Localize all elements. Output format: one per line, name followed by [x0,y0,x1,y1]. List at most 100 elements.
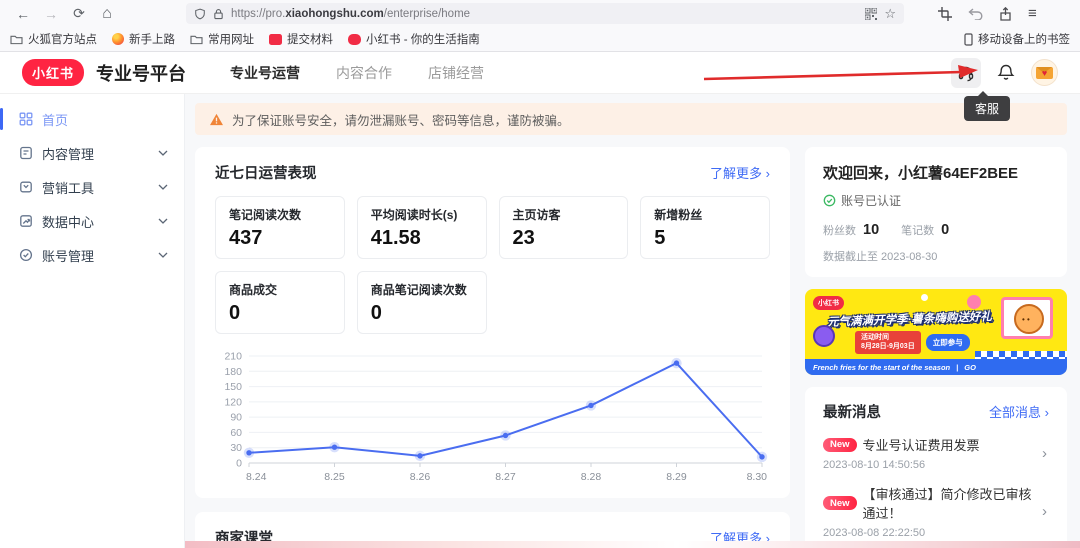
message-item[interactable]: New专业号认证费用发票 2023-08-10 14:50:56 › [823,435,1049,471]
promo-mascot [1001,297,1053,339]
customer-service-button[interactable] [951,58,981,88]
promo-banner[interactable]: 小红书 元气满满开学季·薯条嗨购送好礼 活动时间8月28日-9月03日 立即参与… [805,289,1067,375]
chevron-down-icon [158,184,168,190]
qr-code-icon[interactable] [865,8,877,20]
chevron-right-icon: › [1042,445,1049,462]
bookmark-item[interactable]: 常用网址 [190,31,254,47]
lock-icon[interactable] [213,8,224,20]
promo-cta-button[interactable]: 立即参与 [926,334,970,351]
mobile-bookmarks[interactable]: 移动设备上的书签 [964,31,1070,47]
browser-home-button[interactable]: ⌂ [96,5,118,23]
bookmark-item[interactable]: 提交材料 [269,31,333,47]
svg-text:60: 60 [230,427,242,439]
bottom-banner-strip [185,541,1080,548]
new-badge: New [823,496,857,510]
svg-text:30: 30 [230,442,242,454]
followers-stat: 粉丝数10 [823,221,879,239]
xiaohongshu-logo[interactable]: 小红书 [22,59,84,86]
warning-text: 为了保证账号安全，请勿泄漏账号、密码等信息，谨防被骗。 [232,110,570,129]
all-messages-link[interactable]: 全部消息 › [989,402,1049,421]
content-area: 为了保证账号安全，请勿泄漏账号、密码等信息，谨防被骗。 近七日运营表现 了解更多… [185,94,1080,548]
customer-service-tooltip: 客服 [964,96,1010,121]
top-nav: 专业号运营 内容合作 店铺经营 [230,63,484,83]
svg-text:8.25: 8.25 [324,471,345,483]
menu-hamburger-icon[interactable]: ≡ [1028,5,1037,22]
browser-back-button[interactable]: ← [12,6,34,22]
undo-arrow-icon[interactable] [968,7,983,20]
data-until-label: 数据截止至 2023-08-30 [823,248,1049,264]
promo-blob [813,325,835,347]
promo-footer: French fries for the start of the season… [805,359,1067,375]
nav-tab-operation[interactable]: 专业号运营 [230,63,300,83]
chevron-right-icon: › [766,166,770,181]
new-badge: New [823,438,857,452]
document-icon [19,146,33,160]
browser-reload-button[interactable]: ⟳ [68,5,90,22]
svg-text:8.27: 8.27 [495,471,516,483]
promo-time: 活动时间8月28日-9月03日 [855,331,921,354]
chevron-right-icon: › [1045,405,1049,420]
bookmark-item[interactable]: 小红书 - 你的生活指南 [348,31,480,47]
svg-text:8.30: 8.30 [747,471,768,483]
svg-text:150: 150 [224,381,242,393]
site-favicon [269,34,282,45]
svg-text:90: 90 [230,412,242,424]
app-header: 小红书 专业号平台 专业号运营 内容合作 店铺经营 ♥ 客服 [0,52,1080,94]
sidebar-item-marketing[interactable]: 营销工具 [0,170,184,204]
share-icon[interactable] [999,7,1012,21]
url-text: https://pro.xiaohongshu.com/enterprise/h… [231,8,858,20]
stat-home-visitors: 主页访客 23 [499,196,629,259]
bookmarks-bar: 火狐官方站点 新手上路 常用网址 提交材料 小红书 - 你的生活指南 移动设备上… [0,27,1080,52]
svg-text:8.26: 8.26 [410,471,431,483]
verified-check-icon [823,194,836,207]
messages-card: 最新消息 全部消息 › New专业号认证费用发票 2023-08-10 14:5… [805,387,1067,548]
user-avatar[interactable]: ♥ [1031,59,1058,86]
shield-icon[interactable] [194,8,206,20]
grid-icon [19,112,33,126]
notes-stat: 笔记数0 [901,221,949,239]
svg-text:8.29: 8.29 [666,471,687,483]
svg-text:210: 210 [224,351,242,363]
firefox-icon [112,33,124,45]
account-check-icon [19,248,33,262]
folder-icon [10,34,23,45]
messages-title: 最新消息 [823,401,881,422]
phone-icon [964,33,973,46]
chevron-down-icon [158,150,168,156]
security-warning-banner: 为了保证账号安全，请勿泄漏账号、密码等信息，谨防被骗。 [195,103,1067,135]
sidebar-item-data[interactable]: 数据中心 [0,204,184,238]
nav-tab-shop[interactable]: 店铺经营 [428,63,484,83]
performance-card: 近七日运营表现 了解更多 › 笔记阅读次数 437 平均阅读时长(s) 41.5… [195,147,790,498]
browser-forward-button[interactable]: → [40,6,62,22]
welcome-title: 欢迎回来，小红薯64EF2BEE [823,162,1049,183]
screenshot-crop-icon[interactable] [938,7,952,21]
sidebar: 首页 内容管理 营销工具 数据中心 [0,94,185,548]
notification-bell-icon[interactable] [997,63,1015,82]
browser-chrome: ← → ⟳ ⌂ https://pro.xiaohongshu.com/ente… [0,0,1080,52]
bookmark-star-icon[interactable]: ☆ [884,6,896,22]
sidebar-item-account[interactable]: 账号管理 [0,238,184,272]
stat-new-followers: 新增粉丝 5 [640,196,770,259]
bookmark-item[interactable]: 火狐官方站点 [10,31,97,47]
stat-product-sales: 商品成交 0 [215,271,345,334]
chevron-down-icon [158,218,168,224]
chevron-down-icon [158,252,168,258]
stat-avg-read-time: 平均阅读时长(s) 41.58 [357,196,487,259]
stat-product-note-reads: 商品笔记阅读次数 0 [357,271,487,334]
chevron-right-icon: › [1042,503,1049,520]
promo-title: 元气满满开学季·薯条嗨购送好礼 [827,308,992,330]
nav-tab-content-coop[interactable]: 内容合作 [336,63,392,83]
sidebar-item-content[interactable]: 内容管理 [0,136,184,170]
bookmark-item[interactable]: 新手上路 [112,31,175,47]
svg-text:0: 0 [236,458,242,470]
message-item[interactable]: New【审核通过】简介修改已审核通过！ 2023-08-08 22:22:50 … [823,484,1049,539]
promo-logo: 小红书 [813,296,844,310]
stats-grid: 笔记阅读次数 437 平均阅读时长(s) 41.58 主页访客 23 新增粉 [215,196,770,334]
address-bar[interactable]: https://pro.xiaohongshu.com/enterprise/h… [186,3,904,24]
svg-text:120: 120 [224,396,242,408]
performance-more-link[interactable]: 了解更多 › [710,163,770,182]
svg-text:8.24: 8.24 [246,471,267,483]
svg-text:8.28: 8.28 [581,471,602,483]
sidebar-item-home[interactable]: 首页 [0,102,184,136]
welcome-card: 欢迎回来，小红薯64EF2BEE 账号已认证 粉丝数10 笔记数0 数据截止至 … [805,147,1067,277]
